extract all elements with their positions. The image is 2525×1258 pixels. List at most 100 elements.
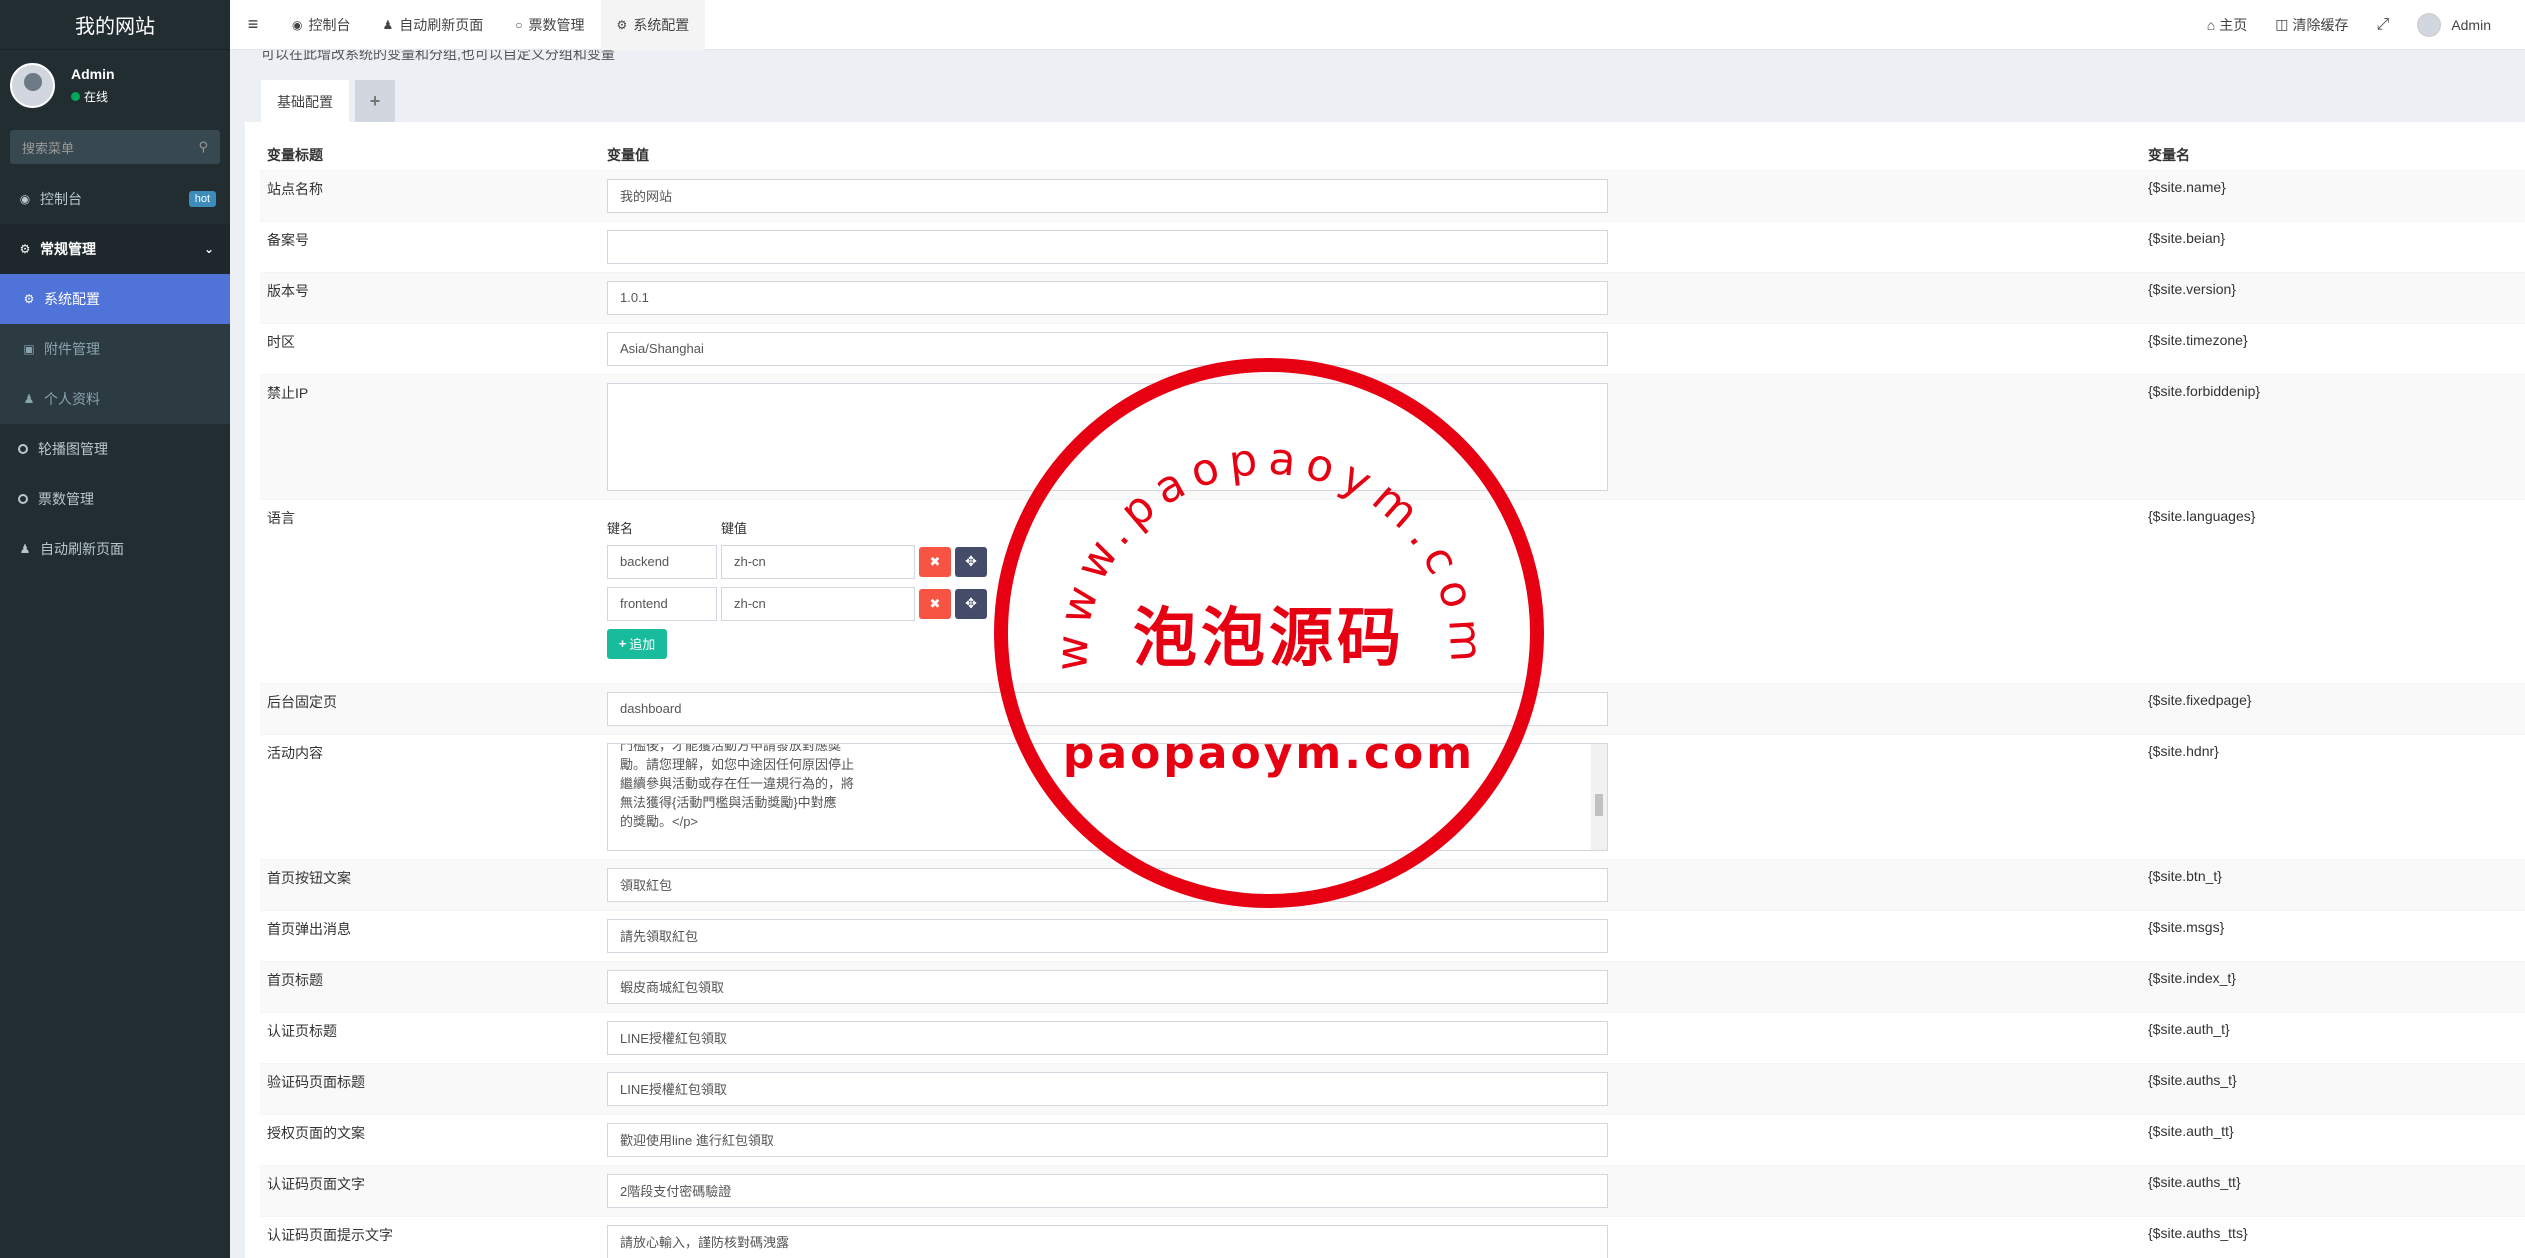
hdnr-textarea[interactable]: 門檻後，才能獲活動方申請發放對應獎 勵。請您理解，如您中途因任何原因停止 繼續參… bbox=[607, 742, 1608, 851]
site-name-input[interactable]: 我的网站 bbox=[607, 178, 1608, 213]
textarea-scrollbar[interactable] bbox=[1591, 743, 1607, 850]
sidebar-item-label: 票数管理 bbox=[38, 491, 94, 507]
row-varname: {$site.btn_t} bbox=[2141, 858, 2525, 910]
sidebar-item-label: 个人资料 bbox=[44, 391, 100, 407]
search-input[interactable]: 搜索菜单 bbox=[22, 138, 74, 157]
row-title: 后台固定页 bbox=[260, 682, 600, 734]
append-button[interactable]: + 追加 bbox=[607, 628, 667, 659]
textarea-line: 門檻後，才能獲活動方申請發放對應獎 bbox=[620, 742, 842, 753]
table-row: 语言 键名 键值 backend zh-cn ✖ ✥ frontend zh-c bbox=[260, 498, 2525, 683]
tab-label: 自动刷新页面 bbox=[399, 16, 484, 33]
header-name: 变量名 bbox=[2148, 146, 2190, 163]
tab-sys-config[interactable]: ⚙ 系统配置 bbox=[600, 0, 706, 50]
sidebar: 我的网站 Admin 在线 搜索菜单 ⚲ ◉ 控制台 hot ⚙ 常规管理 ⌄ … bbox=[0, 0, 230, 1258]
table-row: 时区 Asia/Shanghai {$site.timezone} bbox=[260, 322, 2525, 374]
table-row: 验证码页面标题 LINE授權紅包領取 {$site.auths_t} bbox=[260, 1062, 2525, 1114]
row-varname: {$site.auths_tts} bbox=[2141, 1215, 2525, 1258]
sidebar-item-profile[interactable]: ♟ 个人资料 bbox=[0, 374, 230, 424]
tab-base-config[interactable]: 基础配置 bbox=[261, 80, 349, 122]
auths-tt-input[interactable]: 2階段支付密碼驗證 bbox=[607, 1173, 1608, 1208]
version-input[interactable]: 1.0.1 bbox=[607, 280, 1608, 315]
user-status-text: 在线 bbox=[84, 89, 109, 104]
config-table: 变量标题 变量值 变量名 站点名称 我的网站 {$site.name} 备案号 … bbox=[260, 140, 2525, 1258]
circle-icon bbox=[18, 494, 28, 504]
auths-tts-input[interactable]: 請放心輸入，謹防核對碼洩露 bbox=[607, 1224, 1608, 1258]
home-icon: ⌂ bbox=[2206, 16, 2216, 33]
online-dot-icon bbox=[71, 91, 80, 101]
home-link[interactable]: ⌂ 主页 bbox=[2193, 15, 2261, 35]
trash-icon: ◫ bbox=[2275, 16, 2289, 32]
home-label: 主页 bbox=[2219, 16, 2248, 33]
row-title: 首页标题 bbox=[260, 960, 600, 1012]
row-title: 首页弹出消息 bbox=[260, 909, 600, 961]
tab-tickets[interactable]: ○ 票数管理 bbox=[499, 0, 600, 50]
sidebar-item-sys-config[interactable]: ⚙ 系统配置 bbox=[0, 274, 230, 324]
row-varname: {$site.forbiddenip} bbox=[2141, 373, 2525, 499]
auth-tt-input[interactable]: 歡迎使用line 進行紅包領取 bbox=[607, 1122, 1608, 1157]
auth-t-input[interactable]: LINE授權紅包領取 bbox=[607, 1020, 1608, 1055]
user-name: Admin bbox=[71, 65, 115, 82]
textarea-line: 勵。請您理解，如您中途因任何原因停止 bbox=[620, 756, 855, 772]
topbar: ≡ ◉ 控制台 ♟ 自动刷新页面 ○ 票数管理 ⚙ 系统配置 ⌂ 主页 ◫ 清除… bbox=[230, 0, 2525, 50]
sidebar-item-label: 常规管理 bbox=[40, 241, 96, 257]
lang-key-input[interactable]: backend bbox=[607, 544, 717, 579]
clear-cache-button[interactable]: ◫ 清除缓存 bbox=[2261, 15, 2362, 35]
row-title: 备案号 bbox=[260, 220, 600, 272]
fixedpage-input[interactable]: dashboard bbox=[607, 691, 1608, 726]
clear-cache-label: 清除缓存 bbox=[2292, 16, 2349, 33]
table-row: 认证码页面文字 2階段支付密碼驗證 {$site.auths_tt} bbox=[260, 1164, 2525, 1216]
dashboard-icon: ◉ bbox=[292, 17, 303, 32]
sidebar-item-general[interactable]: ⚙ 常规管理 ⌄ bbox=[0, 224, 230, 274]
user-status: 在线 bbox=[71, 88, 115, 105]
user-menu[interactable]: Admin bbox=[2403, 12, 2505, 37]
lang-value-input[interactable]: zh-cn bbox=[721, 544, 915, 579]
row-title: 认证页标题 bbox=[260, 1011, 600, 1063]
fullscreen-icon[interactable]: ⤢ bbox=[2363, 16, 2404, 34]
timezone-input[interactable]: Asia/Shanghai bbox=[607, 331, 1608, 366]
tab-dashboard[interactable]: ◉ 控制台 bbox=[276, 0, 366, 50]
index-t-input[interactable]: 蝦皮商城紅包領取 bbox=[607, 969, 1608, 1004]
tab-label: 系统配置 bbox=[633, 16, 690, 33]
textarea-line: 繼續參與活動或存在任一違規行為的，將 bbox=[620, 775, 855, 791]
row-varname: {$site.auth_t} bbox=[2141, 1011, 2525, 1063]
user-panel: Admin 在线 bbox=[0, 50, 230, 120]
site-logo[interactable]: 我的网站 bbox=[0, 0, 230, 50]
drag-handle-icon[interactable]: ✥ bbox=[955, 588, 987, 619]
auths-t-input[interactable]: LINE授權紅包領取 bbox=[607, 1071, 1608, 1106]
add-group-button[interactable]: + bbox=[355, 80, 395, 122]
row-varname: {$site.fixedpage} bbox=[2141, 682, 2525, 734]
sidebar-search[interactable]: 搜索菜单 ⚲ bbox=[10, 130, 220, 164]
row-title: 禁止IP bbox=[260, 373, 600, 499]
row-varname: {$site.timezone} bbox=[2141, 322, 2525, 374]
dashboard-icon: ◉ bbox=[19, 192, 31, 206]
sidebar-item-attachments[interactable]: ▣ 附件管理 bbox=[0, 324, 230, 374]
search-icon[interactable]: ⚲ bbox=[198, 139, 208, 155]
remove-row-button[interactable]: ✖ bbox=[919, 588, 951, 619]
menu-toggle-icon[interactable]: ≡ bbox=[230, 0, 276, 50]
table-row: 备案号 {$site.beian} bbox=[260, 220, 2525, 272]
forbiddenip-textarea[interactable] bbox=[607, 382, 1608, 491]
user-icon: ♟ bbox=[23, 392, 35, 406]
msgs-input[interactable]: 請先領取紅包 bbox=[607, 918, 1608, 953]
plus-icon: + bbox=[618, 636, 627, 651]
lang-value-input[interactable]: zh-cn bbox=[721, 586, 915, 621]
table-row: 活动内容 門檻後，才能獲活動方申請發放對應獎 勵。請您理解，如您中途因任何原因停… bbox=[260, 733, 2525, 859]
sidebar-item-auto-refresh[interactable]: ♟ 自动刷新页面 bbox=[0, 524, 230, 574]
beian-input[interactable] bbox=[607, 229, 1608, 264]
lang-row: frontend zh-cn ✖ ✥ bbox=[607, 586, 2134, 621]
file-image-icon: ▣ bbox=[23, 342, 35, 356]
circle-icon: ○ bbox=[515, 17, 523, 32]
lang-key-input[interactable]: frontend bbox=[607, 586, 717, 621]
sidebar-item-carousel[interactable]: 轮播图管理 bbox=[0, 424, 230, 474]
btn-t-input[interactable]: 領取紅包 bbox=[607, 867, 1608, 902]
drag-handle-icon[interactable]: ✥ bbox=[955, 546, 987, 577]
row-varname: {$site.auths_t} bbox=[2141, 1062, 2525, 1114]
sidebar-item-tickets[interactable]: 票数管理 bbox=[0, 474, 230, 524]
tab-auto-refresh[interactable]: ♟ 自动刷新页面 bbox=[366, 0, 499, 50]
table-row: 首页标题 蝦皮商城紅包領取 {$site.index_t} bbox=[260, 960, 2525, 1012]
sidebar-item-dashboard[interactable]: ◉ 控制台 hot bbox=[0, 174, 230, 224]
chevron-down-icon: ⌄ bbox=[203, 242, 214, 256]
remove-row-button[interactable]: ✖ bbox=[919, 546, 951, 577]
page-description: 可以在此增改系统的变量和分组,也可以自定义分组和变量 bbox=[261, 50, 615, 62]
header-value: 变量值 bbox=[607, 146, 649, 163]
